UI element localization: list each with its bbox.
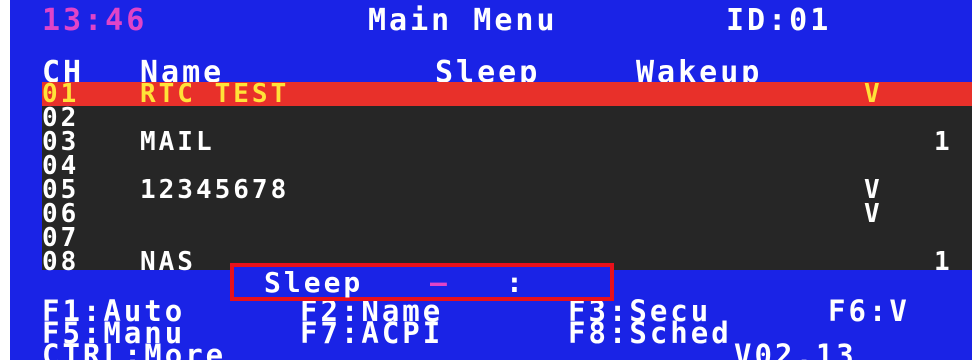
console-id: ID:01 [726, 3, 832, 38]
wakeup-value: 1 [934, 247, 953, 277]
channel-row[interactable]: 03 MAIL 1 [42, 127, 972, 157]
clock-time: 13:46 [42, 3, 148, 38]
channel-row-selected[interactable]: 01 RTC TEST V [42, 79, 972, 109]
channel-name: NAS [140, 247, 196, 277]
menu-title: Main Menu [368, 3, 558, 38]
channel-row[interactable]: 06 V [42, 199, 972, 229]
wakeup-value: 1 [934, 127, 953, 157]
status-colon: : [506, 266, 526, 299]
firmware-version: V02.13 [734, 338, 857, 360]
hotkey-f7-acpi[interactable]: F7:ACPI [300, 319, 443, 348]
channel-name: 12345678 [140, 175, 290, 205]
hotkey-f8-sched[interactable]: F8:Sched [568, 319, 732, 348]
channel-name: RTC TEST [140, 79, 290, 109]
channel-name: MAIL [140, 127, 215, 157]
kvm-osd-main-menu: 13:46 Main Menu ID:01 CH Name Sleep Wake… [10, 0, 972, 360]
channel-row[interactable]: 05 12345678 V [42, 175, 972, 205]
hotkey-ctrl-more[interactable]: CTRL:More [42, 341, 226, 360]
channel-number: 08 [42, 247, 80, 277]
status-dash: – [430, 266, 450, 299]
sleep-mark: V [864, 199, 883, 229]
status-box: Sleep – : [230, 263, 614, 301]
hotkey-f6-v[interactable]: F6:V [828, 297, 910, 326]
status-label: Sleep [264, 266, 364, 299]
sleep-mark: V [864, 79, 883, 109]
channel-rows: 01 RTC TEST V 02 03 MAIL 1 04 05 1234567… [42, 79, 972, 277]
